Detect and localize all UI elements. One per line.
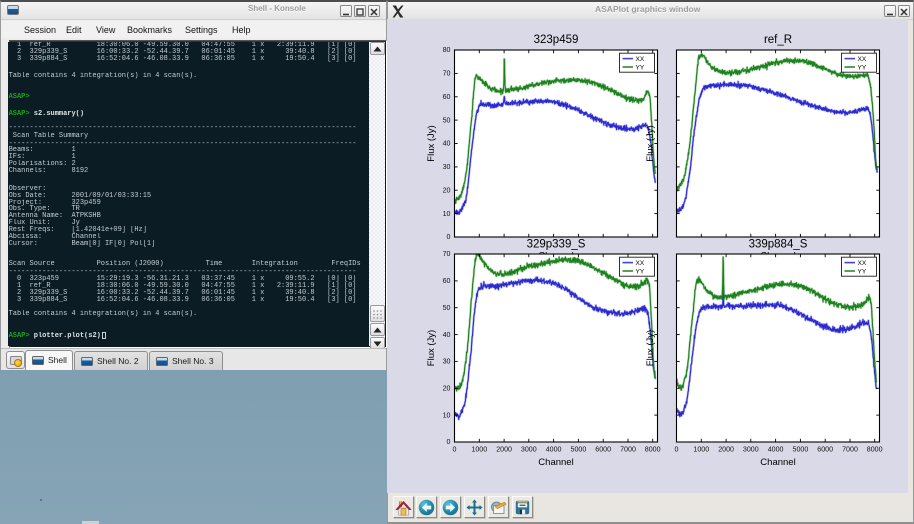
svg-text:5000: 5000 — [571, 446, 587, 454]
svg-text:XX: XX — [858, 56, 867, 63]
svg-text:70: 70 — [443, 250, 451, 258]
svg-text:6000: 6000 — [595, 446, 611, 454]
svg-text:XX: XX — [636, 260, 645, 267]
svg-text:80: 80 — [443, 46, 451, 54]
svg-text:7000: 7000 — [842, 446, 858, 454]
svg-text:3000: 3000 — [743, 446, 759, 454]
svg-text:20: 20 — [443, 186, 451, 194]
svg-text:30: 30 — [443, 163, 451, 171]
svg-text:8000: 8000 — [867, 446, 883, 454]
svg-text:YY: YY — [636, 269, 645, 276]
svg-text:5000: 5000 — [793, 446, 809, 454]
svg-text:YY: YY — [858, 65, 867, 72]
svg-text:7000: 7000 — [620, 446, 636, 454]
svg-text:30: 30 — [443, 358, 451, 366]
svg-text:Flux (Jy): Flux (Jy) — [426, 125, 437, 161]
svg-text:Flux (Jy): Flux (Jy) — [426, 330, 437, 366]
svg-text:YY: YY — [636, 65, 645, 72]
svg-text:50: 50 — [443, 116, 451, 124]
svg-text:60: 60 — [443, 277, 451, 285]
svg-text:10: 10 — [443, 210, 451, 218]
svg-text:1000: 1000 — [471, 446, 487, 454]
svg-text:60: 60 — [443, 93, 451, 101]
svg-text:Channel: Channel — [538, 457, 573, 468]
svg-text:XX: XX — [636, 56, 645, 63]
svg-text:329p339_S: 329p339_S — [527, 239, 586, 251]
svg-text:2000: 2000 — [718, 446, 734, 454]
svg-text:3000: 3000 — [521, 446, 537, 454]
svg-text:323p459: 323p459 — [534, 34, 579, 46]
svg-text:4000: 4000 — [768, 446, 784, 454]
svg-text:339p884_S: 339p884_S — [749, 239, 808, 251]
svg-text:2000: 2000 — [496, 446, 512, 454]
svg-text:8000: 8000 — [645, 446, 661, 454]
svg-text:Flux (Jy): Flux (Jy) — [645, 330, 656, 366]
svg-text:50: 50 — [443, 304, 451, 312]
svg-text:40: 40 — [443, 140, 451, 148]
svg-text:XX: XX — [858, 260, 867, 267]
svg-text:4000: 4000 — [546, 446, 562, 454]
svg-text:0: 0 — [447, 233, 451, 241]
svg-text:0: 0 — [453, 446, 457, 454]
svg-text:6000: 6000 — [817, 446, 833, 454]
svg-text:1000: 1000 — [693, 446, 709, 454]
svg-text:0: 0 — [675, 446, 679, 454]
svg-text:20: 20 — [443, 385, 451, 393]
svg-text:Flux (Jy): Flux (Jy) — [645, 125, 656, 161]
svg-text:ref_R: ref_R — [764, 34, 792, 46]
svg-text:YY: YY — [858, 269, 867, 276]
svg-text:10: 10 — [443, 411, 451, 419]
svg-text:Channel: Channel — [760, 457, 795, 468]
svg-text:0: 0 — [447, 438, 451, 446]
svg-text:70: 70 — [443, 70, 451, 78]
svg-text:40: 40 — [443, 331, 451, 339]
